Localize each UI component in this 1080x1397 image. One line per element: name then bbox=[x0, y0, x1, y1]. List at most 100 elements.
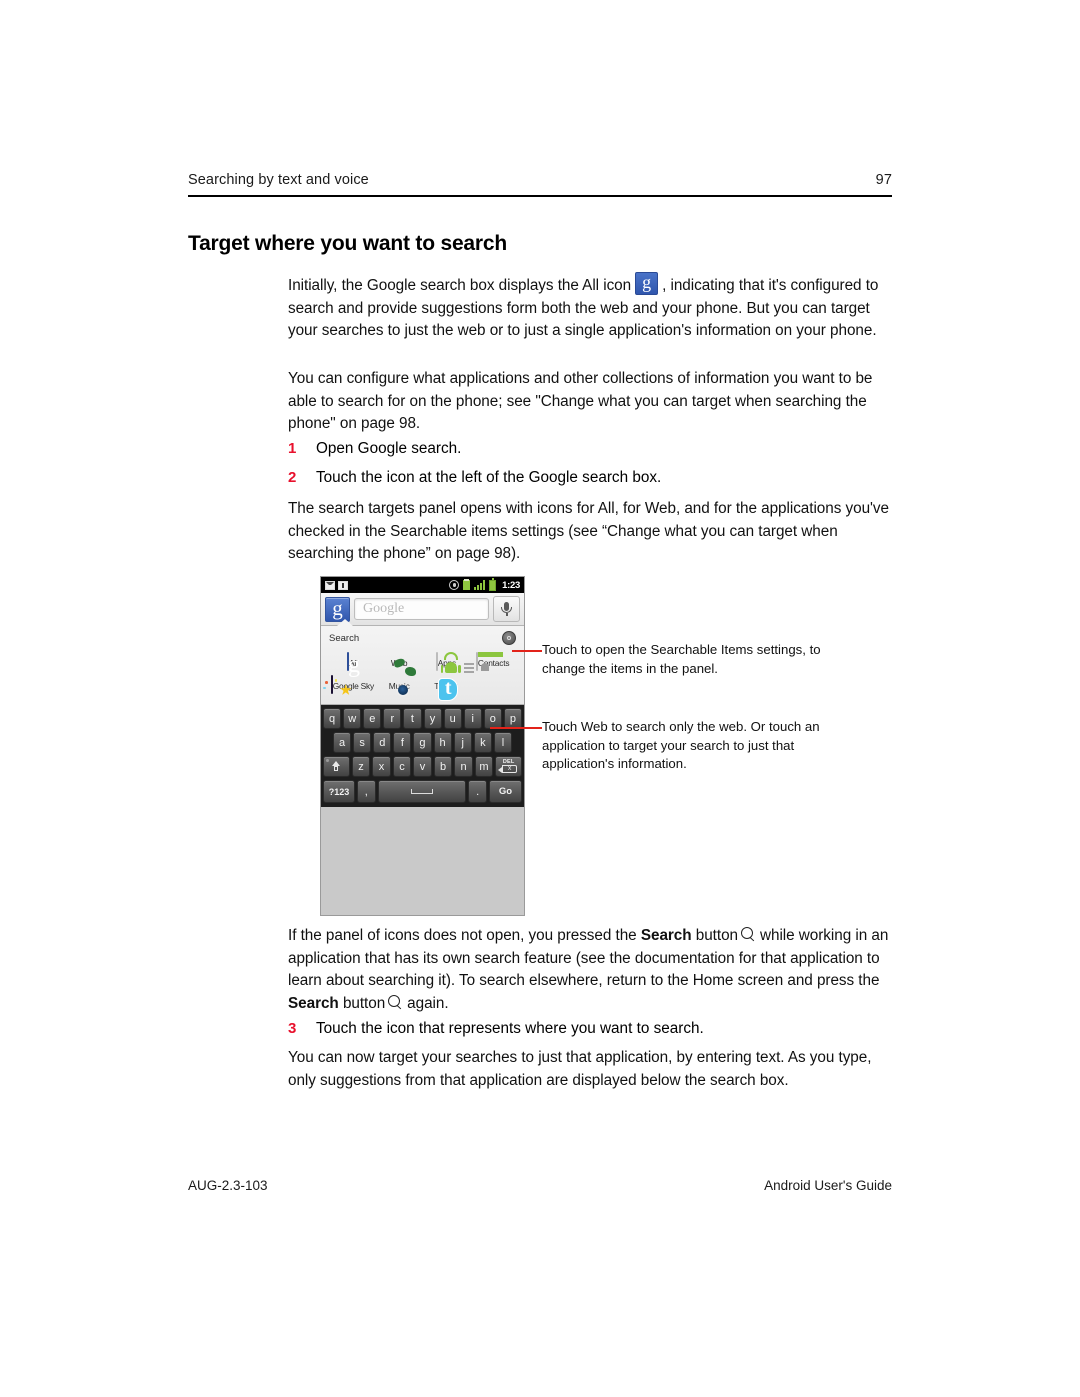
page-title: Target where you want to search bbox=[188, 232, 507, 255]
paragraph-part-d: button bbox=[342, 994, 386, 1012]
paragraph-part-e: again. bbox=[407, 994, 449, 1012]
footer-document-code: AUG-2.3-103 bbox=[188, 1178, 268, 1193]
step-text: Touch the icon that represents where you… bbox=[316, 1020, 704, 1037]
symbols-key[interactable]: ?123 bbox=[323, 780, 355, 803]
go-key[interactable]: Go bbox=[488, 780, 522, 803]
paragraph-intro-part-a: Initially, the Google search box display… bbox=[288, 277, 632, 294]
step-number: 1 bbox=[288, 440, 297, 457]
panel-caret bbox=[337, 619, 353, 626]
signal-icon bbox=[474, 580, 486, 590]
key-m[interactable]: m bbox=[474, 756, 494, 777]
search-target-contacts[interactable]: Contacts bbox=[463, 650, 516, 673]
panel-header: Search bbox=[329, 626, 516, 650]
key-o[interactable]: o bbox=[483, 708, 502, 729]
key-f[interactable]: f bbox=[393, 732, 412, 753]
backspace-icon: DEL bbox=[498, 759, 518, 775]
paragraph-intro: Initially, the Google search box display… bbox=[288, 271, 892, 343]
key-x[interactable]: x bbox=[372, 756, 391, 777]
paragraph-configure: You can configure what applications and … bbox=[288, 370, 873, 433]
phone-screenshot-figure: 1:23 Google Search All Web bbox=[320, 576, 525, 916]
search-magnifier-icon bbox=[388, 994, 404, 1011]
search-target-music[interactable]: Music bbox=[376, 673, 423, 696]
search-target-web[interactable]: Web bbox=[376, 650, 423, 673]
key-u[interactable]: u bbox=[443, 708, 462, 729]
step-text: Open Google search. bbox=[316, 440, 462, 457]
key-y[interactable]: y bbox=[423, 708, 442, 729]
running-header: Searching by text and voice 97 bbox=[188, 172, 892, 188]
header-rule bbox=[188, 195, 892, 198]
key-t[interactable]: t bbox=[403, 708, 422, 729]
step-text: Touch the icon at the left of the Google… bbox=[316, 469, 662, 486]
key-i[interactable]: i bbox=[463, 708, 482, 729]
key-a[interactable]: a bbox=[333, 732, 352, 753]
key-p[interactable]: p bbox=[503, 708, 522, 729]
key-b[interactable]: b bbox=[433, 756, 453, 777]
key-g[interactable]: g bbox=[413, 732, 432, 753]
market-bag-icon bbox=[435, 652, 461, 673]
key-k[interactable]: k bbox=[473, 732, 492, 753]
step-2: 2 Touch the icon at the left of the Goog… bbox=[288, 467, 892, 490]
callout-leader-line-2 bbox=[490, 727, 542, 729]
page-footer: AUG-2.3-103 Android User's Guide bbox=[188, 1178, 892, 1193]
key-v[interactable]: v bbox=[413, 756, 432, 777]
footer-guide-title: Android User's Guide bbox=[764, 1178, 892, 1193]
key-c[interactable]: c bbox=[392, 756, 412, 777]
search-button-bold-1: Search bbox=[640, 927, 692, 944]
period-key[interactable]: . bbox=[468, 780, 487, 803]
search-target-label: Google Sky bbox=[332, 681, 375, 691]
search-target-twitter[interactable]: Twitter bbox=[423, 673, 470, 701]
search-targets-panel: Search All Web Apps bbox=[321, 619, 524, 705]
step-number: 3 bbox=[288, 1020, 297, 1037]
key-s[interactable]: s bbox=[353, 732, 372, 753]
microphone-icon[interactable] bbox=[493, 596, 520, 622]
key-h[interactable]: h bbox=[433, 732, 452, 753]
key-q[interactable]: q bbox=[323, 708, 342, 729]
space-key[interactable] bbox=[377, 780, 467, 803]
step-number: 2 bbox=[288, 469, 297, 486]
google-all-icon bbox=[635, 271, 659, 295]
battery-icon bbox=[489, 578, 497, 591]
search-magnifier-icon bbox=[741, 927, 757, 943]
search-target-badge-icon[interactable] bbox=[325, 595, 350, 622]
paragraph-panel-not-open: If the panel of icons does not open, you… bbox=[288, 925, 892, 1015]
header-page-number: 97 bbox=[875, 172, 892, 188]
delete-key[interactable]: DEL bbox=[495, 756, 522, 777]
phone-status-bar: 1:23 bbox=[321, 577, 524, 593]
mail-icon bbox=[325, 580, 335, 590]
usb-icon bbox=[463, 579, 471, 590]
status-bar-clock: 1:23 bbox=[502, 579, 520, 591]
space-bar-icon bbox=[410, 789, 433, 794]
contacts-card-icon bbox=[463, 652, 503, 673]
keyboard-row-2: a s d f g h j k l bbox=[323, 732, 522, 753]
key-e[interactable]: e bbox=[363, 708, 382, 729]
search-target-apps[interactable]: Apps bbox=[423, 650, 470, 673]
callout-targets: Touch Web to search only the web. Or tou… bbox=[542, 719, 820, 772]
key-l[interactable]: l bbox=[493, 732, 512, 753]
search-target-empty-slot bbox=[469, 673, 516, 696]
shift-key[interactable] bbox=[323, 756, 350, 777]
key-j[interactable]: j bbox=[453, 732, 472, 753]
key-n[interactable]: n bbox=[454, 756, 473, 777]
step-1: 1 Open Google search. bbox=[288, 438, 892, 461]
key-w[interactable]: w bbox=[343, 708, 362, 729]
onscreen-keyboard: q w e r t y u i o p a s d f g h j k l z bbox=[321, 705, 524, 807]
paragraph-part-a: If the panel of icons does not open, you… bbox=[288, 927, 637, 944]
paragraph-panel-opens: The search targets panel opens with icon… bbox=[288, 500, 889, 563]
key-z[interactable]: z bbox=[351, 756, 371, 777]
paragraph-part-b: button bbox=[695, 927, 738, 944]
sim-icon bbox=[338, 580, 348, 590]
gps-icon bbox=[449, 580, 460, 590]
key-d[interactable]: d bbox=[373, 732, 392, 753]
search-target-all[interactable]: All bbox=[329, 650, 376, 673]
keyboard-row-4: ?123 , . Go bbox=[323, 780, 522, 803]
callout-settings: Touch to open the Searchable Items setti… bbox=[542, 642, 821, 676]
search-input[interactable]: Google bbox=[354, 598, 489, 620]
gear-icon[interactable] bbox=[502, 631, 516, 645]
callout-leader-line-1 bbox=[512, 650, 542, 652]
search-targets-grid: All Web Apps Contacts bbox=[323, 650, 516, 701]
keyboard-row-1: q w e r t y u i o p bbox=[323, 708, 522, 729]
key-r[interactable]: r bbox=[383, 708, 402, 729]
search-input-placeholder: Google bbox=[363, 601, 405, 616]
step-3: 3 Touch the icon that represents where y… bbox=[288, 1018, 892, 1041]
comma-key[interactable]: , bbox=[357, 780, 376, 803]
